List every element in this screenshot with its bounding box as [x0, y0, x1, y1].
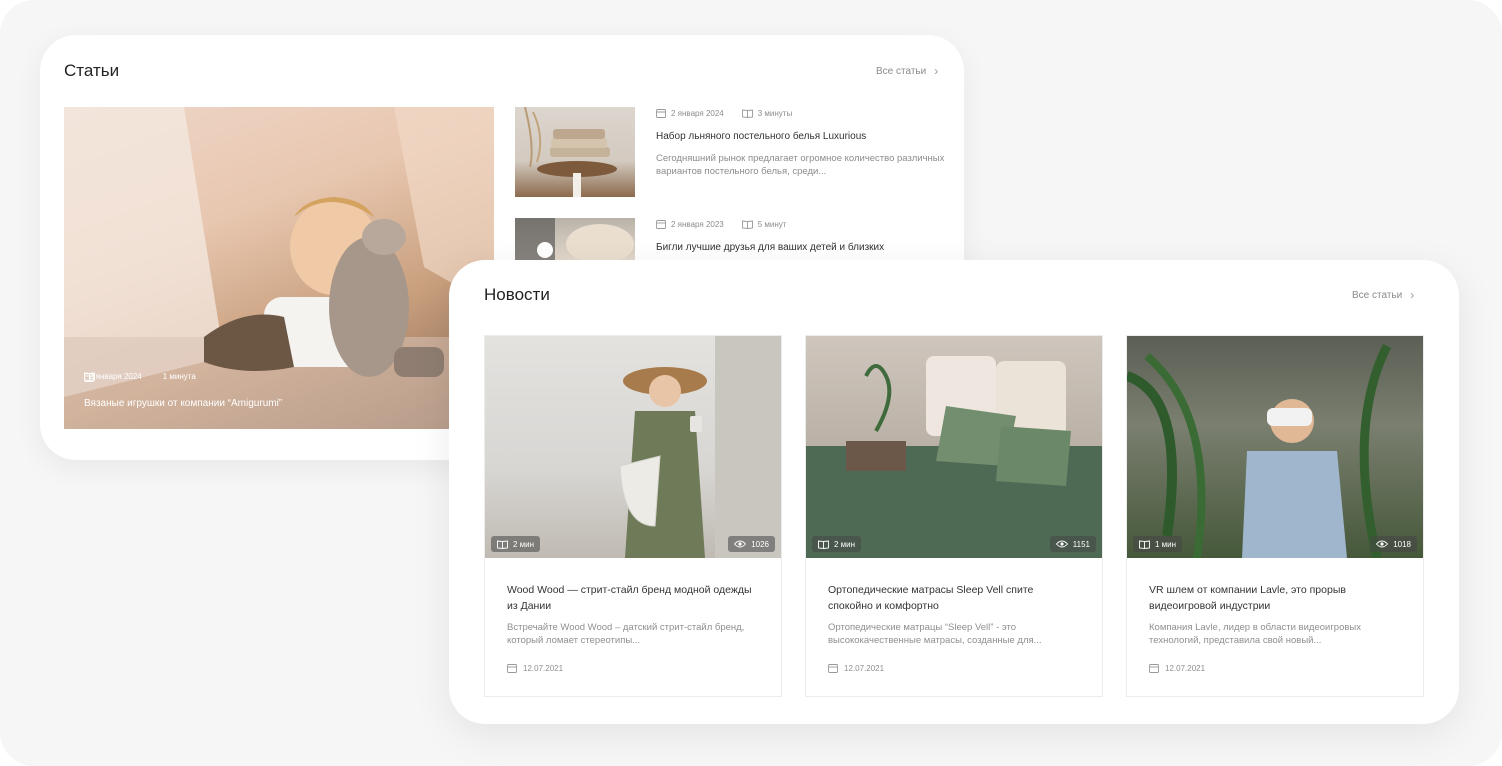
article-1-meta: 2 января 2024 3 минуты	[656, 108, 792, 118]
chevron-right-icon: ›	[934, 64, 939, 78]
calendar-icon	[828, 663, 838, 673]
news-item-3-read-time: 1 мин	[1155, 539, 1177, 549]
news-item-2-views: 1151	[1072, 539, 1090, 549]
article-1-date: 2 января 2024	[671, 108, 724, 118]
featured-read-time: 1 минута	[162, 372, 196, 381]
calendar-icon	[656, 108, 666, 118]
book-icon	[741, 220, 753, 229]
articles-all-link[interactable]: Все статьи ›	[876, 64, 938, 78]
news-item-3-image[interactable]: 1 мин 1018	[1127, 336, 1423, 558]
eye-icon	[734, 540, 747, 548]
eye-icon	[1376, 540, 1389, 548]
news-item-1-date: 12.07.2021	[523, 663, 564, 673]
news-item-3-description: Компания Lavle, лидер в области видеоигр…	[1149, 622, 1361, 646]
news-item-3-title[interactable]: VR шлем от компании Lavle, это прорыв ви…	[1149, 582, 1399, 614]
news-card-item-3[interactable]: 1 мин 1018 VR шлем от компании Lavle, эт…	[1126, 335, 1424, 697]
news-all-link-label: Все статьи	[1352, 289, 1403, 301]
news-item-1-illustration	[619, 336, 781, 558]
page-background: Статьи Все статьи › 2 января 2024 1 мину…	[0, 0, 1502, 766]
news-item-1-description: Встречайте Wood Wood – датский стрит-ста…	[507, 622, 745, 646]
news-item-1-read-badge: 2 мин	[491, 536, 541, 552]
calendar-icon	[656, 219, 666, 229]
news-item-3-date-row: 12.07.2021	[1149, 663, 1205, 673]
featured-article-image[interactable]: 2 января 2024 1 минута Вязаные игрушки о…	[64, 107, 494, 429]
articles-all-link-label: Все статьи	[876, 65, 927, 77]
news-item-1-title[interactable]: Wood Wood — стрит-стайл бренд модной оде…	[507, 582, 757, 614]
news-item-3-views-badge: 1018	[1370, 536, 1417, 552]
book-icon	[497, 540, 508, 549]
news-title: Новости	[484, 285, 550, 304]
article-2-meta: 2 января 2023 5 минут	[656, 219, 786, 229]
news-item-3-views: 1018	[1393, 539, 1411, 549]
chevron-right-icon: ›	[1410, 288, 1415, 302]
news-item-2-description: Ортопедические матрацы “Sleep Vell” - эт…	[828, 622, 1042, 646]
news-item-2-views-badge: 1151	[1049, 536, 1096, 552]
featured-caption[interactable]: Вязаные игрушки от компании “Amigurumi”	[84, 398, 282, 409]
article-1-description: Сегодняшний рынок предлагает огромное ко…	[656, 153, 945, 177]
featured-date: 2 января 2024	[89, 372, 142, 381]
news-item-3-date: 12.07.2021	[1165, 663, 1206, 673]
news-item-2-title[interactable]: Ортопедические матрасы Sleep Vell спите …	[828, 582, 1078, 614]
news-card-item-2[interactable]: 2 мин 1151 Ортопедические матрасы Sleep …	[805, 335, 1103, 697]
news-item-3-read-badge: 1 мин	[1133, 536, 1183, 552]
news-item-1-read-time: 2 мин	[513, 539, 535, 549]
news-item-2-date: 12.07.2021	[844, 663, 885, 673]
article-1-title[interactable]: Набор льняного постельного белья Luxurio…	[656, 131, 866, 142]
eye-icon	[1055, 540, 1068, 548]
news-item-2-date-row: 12.07.2021	[828, 663, 884, 673]
book-icon	[818, 540, 829, 549]
calendar-icon	[1149, 663, 1159, 673]
news-item-3-illustration	[1127, 343, 1392, 558]
article-2-read-time: 5 минут	[757, 219, 787, 229]
article-thumbnail-2[interactable]	[515, 218, 635, 260]
book-icon	[741, 109, 753, 118]
article-thumbnail-2-illustration	[515, 218, 634, 260]
news-item-2-illustration	[806, 356, 1102, 558]
news-card: Новости Все статьи › 2 мин 1026 Wood Woo…	[449, 260, 1459, 724]
news-item-1-date-row: 12.07.2021	[507, 663, 563, 673]
news-item-1-views: 1026	[751, 539, 769, 549]
news-item-2-read-time: 2 мин	[834, 539, 856, 549]
calendar-icon	[507, 663, 517, 673]
article-2-date: 2 января 2023	[671, 219, 724, 229]
featured-article-meta: 2 января 2024 1 минута	[84, 372, 196, 382]
article-thumbnail-1-illustration	[524, 107, 617, 197]
news-item-1-views-badge: 1026	[728, 536, 775, 552]
news-all-link[interactable]: Все статьи ›	[1352, 288, 1414, 302]
book-icon	[1139, 540, 1150, 549]
news-card-item-1[interactable]: 2 мин 1026 Wood Wood — стрит-стайл бренд…	[484, 335, 782, 697]
article-1-read-time: 3 минуты	[757, 108, 793, 118]
news-item-1-image[interactable]: 2 мин 1026	[485, 336, 781, 558]
article-thumbnail-1[interactable]	[515, 107, 635, 197]
articles-title: Статьи	[64, 61, 120, 80]
article-2-title[interactable]: Бигли лучшие друзья для ваших детей и бл…	[656, 242, 884, 253]
news-item-2-read-badge: 2 мин	[812, 536, 862, 552]
news-item-2-image[interactable]: 2 мин 1151	[806, 336, 1102, 558]
